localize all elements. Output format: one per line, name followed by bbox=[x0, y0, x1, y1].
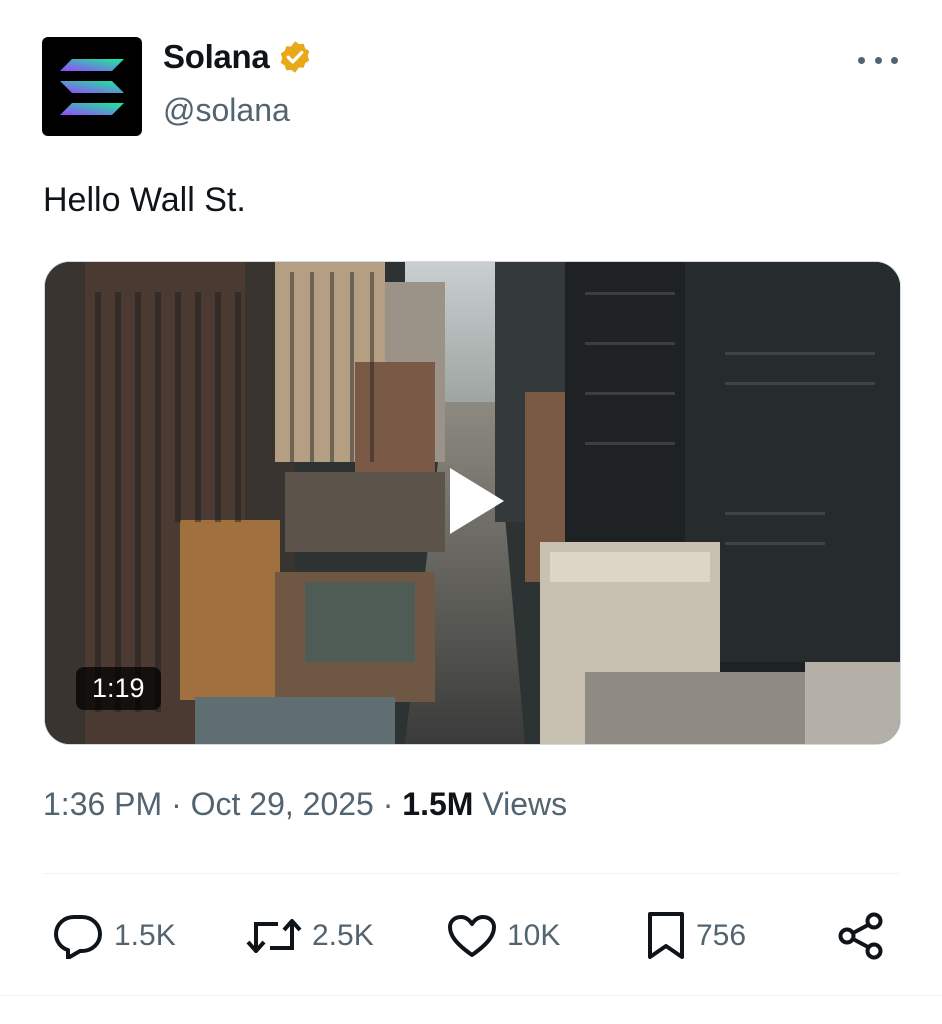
more-options-icon[interactable] bbox=[858, 48, 898, 72]
reply-button[interactable]: 1.5K bbox=[52, 908, 176, 964]
tweet-text: Hello Wall St. bbox=[43, 181, 246, 219]
like-count: 10K bbox=[507, 919, 561, 952]
play-icon[interactable] bbox=[448, 466, 506, 536]
share-button[interactable] bbox=[836, 908, 886, 964]
solana-logo-icon bbox=[60, 59, 124, 115]
views-label: Views bbox=[473, 786, 568, 822]
repost-button[interactable]: 2.5K bbox=[246, 908, 374, 964]
author-handle[interactable]: @solana bbox=[163, 92, 290, 129]
reply-count: 1.5K bbox=[114, 919, 176, 952]
video-duration: 1:19 bbox=[76, 667, 161, 710]
bookmark-button[interactable]: 756 bbox=[646, 908, 746, 964]
repost-icon bbox=[246, 919, 302, 953]
bookmark-icon bbox=[648, 912, 684, 959]
views-count: 1.5M bbox=[402, 786, 474, 822]
action-bar: 1.5K 2.5K 10K 756 bbox=[0, 908, 942, 968]
divider bbox=[43, 873, 899, 874]
verified-badge-icon bbox=[281, 41, 310, 73]
reply-icon bbox=[54, 915, 102, 959]
like-button[interactable]: 10K bbox=[447, 908, 560, 964]
bookmark-count: 756 bbox=[696, 919, 747, 952]
meta-separator: · bbox=[162, 786, 191, 822]
meta-separator: · bbox=[373, 786, 403, 822]
author-name-row: Solana bbox=[163, 38, 313, 76]
divider bbox=[0, 995, 942, 996]
avatar[interactable] bbox=[42, 37, 142, 136]
share-icon bbox=[838, 912, 883, 960]
repost-count: 2.5K bbox=[312, 919, 374, 952]
display-name[interactable]: Solana bbox=[163, 38, 270, 76]
tweet-date[interactable]: Oct 29, 2025 bbox=[191, 786, 374, 822]
heart-icon bbox=[448, 915, 496, 957]
tweet-metadata: 1:36 PM · Oct 29, 2025 · 1.5M Views bbox=[43, 786, 567, 823]
tweet-time[interactable]: 1:36 PM bbox=[43, 786, 162, 822]
